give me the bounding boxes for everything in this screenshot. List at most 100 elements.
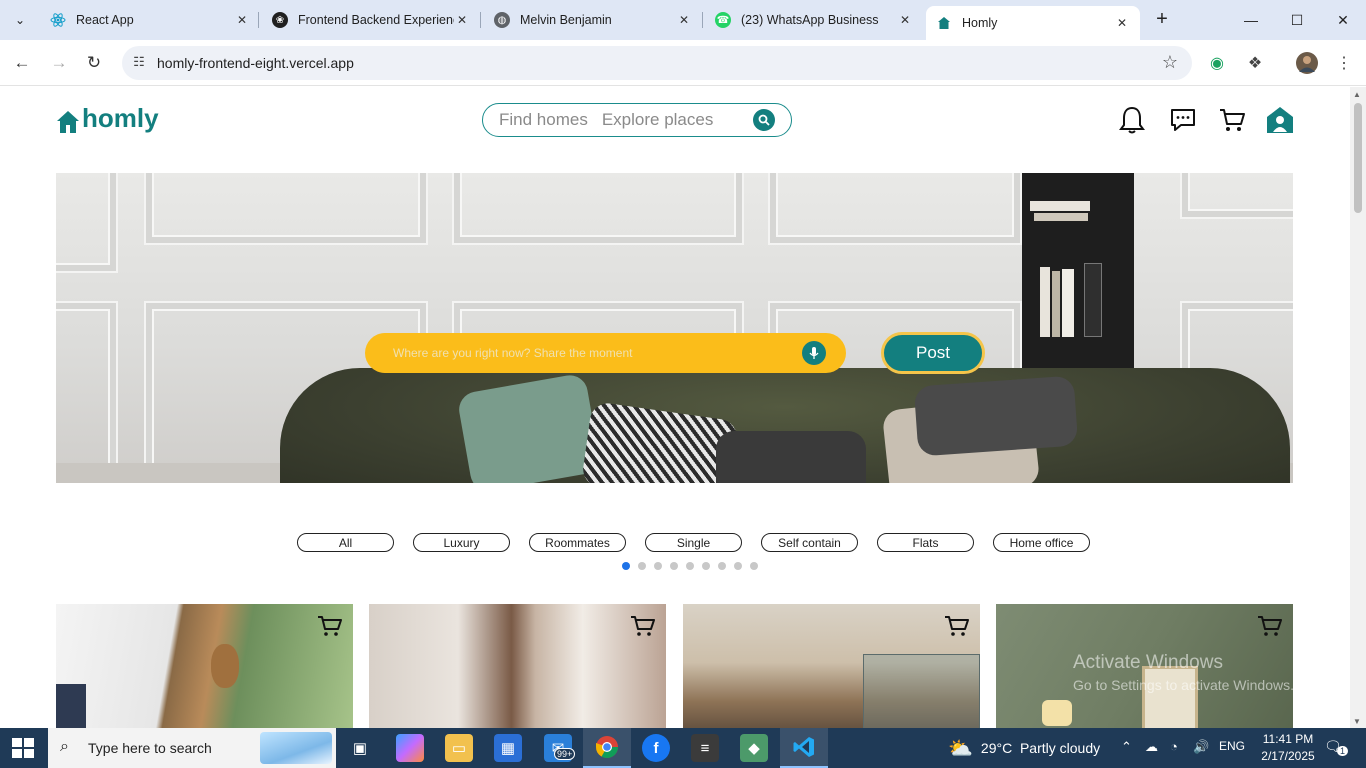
category-luxury[interactable]: Luxury <box>413 533 510 552</box>
microsoft-store-icon[interactable]: ▦ <box>494 734 522 762</box>
tab-close-icon[interactable]: ✕ <box>234 13 250 27</box>
add-to-cart-icon[interactable] <box>1257 614 1283 643</box>
git-client-icon[interactable]: ◆ <box>740 734 768 762</box>
carousel-dot[interactable] <box>718 562 726 570</box>
mail-unread-badge: 99+ <box>554 748 576 760</box>
tab-whatsapp-business[interactable]: ☎ (23) WhatsApp Business ✕ <box>705 4 923 36</box>
search-highlight-image <box>260 732 332 764</box>
listing-card[interactable] <box>56 604 353 728</box>
card-photo-detail <box>56 684 86 728</box>
browser-menu-icon[interactable]: ⋮ <box>1332 51 1356 75</box>
task-view-icon[interactable]: ▣ <box>346 734 374 762</box>
close-window-icon[interactable]: ✕ <box>1320 0 1366 40</box>
card-photo-detail <box>1142 666 1198 728</box>
tab-melvin-benjamin[interactable]: ◍ Melvin Benjamin ✕ <box>484 4 702 36</box>
reload-icon[interactable]: ↻ <box>81 50 107 76</box>
copilot-icon[interactable] <box>396 734 424 762</box>
search-icon[interactable] <box>753 109 775 131</box>
chat-bubble-icon[interactable] <box>1168 105 1198 135</box>
carousel-dot[interactable] <box>750 562 758 570</box>
add-to-cart-icon[interactable] <box>317 614 343 643</box>
minimize-window-icon[interactable]: — <box>1228 0 1274 40</box>
file-explorer-icon[interactable]: ▭ <box>445 734 473 762</box>
category-single[interactable]: Single <box>645 533 742 552</box>
new-tab-plus-icon[interactable]: + <box>1150 8 1174 32</box>
microphone-icon[interactable] <box>802 341 826 365</box>
windows-taskbar: ⌕ Type here to search ▣ ▭ ▦ ✉ 99+ f ≡ ◆ … <box>0 728 1366 768</box>
facebook-icon[interactable]: f <box>642 734 670 762</box>
back-arrow-icon[interactable]: ← <box>9 50 35 76</box>
tab-close-icon[interactable]: ✕ <box>454 13 470 27</box>
homly-logo[interactable]: homly <box>56 103 159 134</box>
listing-card[interactable] <box>369 604 666 728</box>
maximize-window-icon[interactable]: ☐ <box>1274 0 1320 40</box>
forward-arrow-icon[interactable]: → <box>46 50 72 76</box>
category-all[interactable]: All <box>297 533 394 552</box>
tab-react-app[interactable]: React App ✕ <box>40 4 260 36</box>
notification-center-icon[interactable]: 🗨 1 <box>1324 738 1349 758</box>
tab-title: Homly <box>962 16 998 30</box>
category-roommates[interactable]: Roommates <box>529 533 626 552</box>
clock-date: 2/17/2025 <box>1261 749 1315 763</box>
notification-bell-icon[interactable] <box>1117 105 1147 135</box>
homly-page: homly Find homes Explore places Where ar… <box>0 87 1350 728</box>
carousel-dot[interactable] <box>670 562 678 570</box>
tab-homly[interactable]: Homly ✕ <box>926 6 1140 40</box>
extension-eye-icon[interactable]: ◉ <box>1205 51 1229 75</box>
carousel-dot[interactable] <box>622 562 630 570</box>
mail-icon[interactable]: ✉ 99+ <box>544 734 576 762</box>
account-house-icon[interactable] <box>1265 105 1295 135</box>
category-self-contain[interactable]: Self contain <box>761 533 858 552</box>
cart-icon[interactable] <box>1217 105 1247 135</box>
tab-close-icon[interactable]: ✕ <box>897 13 913 27</box>
carousel-dot[interactable] <box>686 562 694 570</box>
tab-close-icon[interactable]: ✕ <box>676 13 692 27</box>
browser-toolbar: ← → ↻ ☷ homly-frontend-eight.vercel.app … <box>0 40 1366 86</box>
chrome-taskbar-icon[interactable] <box>583 728 631 768</box>
tab-close-icon[interactable]: ✕ <box>1114 16 1130 30</box>
windows-start-icon[interactable] <box>12 738 34 758</box>
page-scrollbar[interactable]: ▲ ▼ <box>1350 87 1366 728</box>
bookmark-star-icon[interactable]: ☆ <box>1162 52 1178 73</box>
scrollbar-thumb[interactable] <box>1354 103 1362 213</box>
address-bar[interactable]: ☷ homly-frontend-eight.vercel.app ☆ <box>122 46 1192 80</box>
wall-panel <box>144 173 428 245</box>
activate-windows-title: Activate Windows <box>1073 652 1223 673</box>
scroll-up-arrow-icon[interactable]: ▲ <box>1353 90 1361 99</box>
input-language[interactable]: ENG <box>1219 739 1245 753</box>
vscode-icon[interactable] <box>780 728 828 768</box>
tab-search-chevron-icon[interactable]: ⌄ <box>8 8 32 32</box>
site-settings-icon[interactable]: ☷ <box>130 54 148 72</box>
profile-avatar[interactable] <box>1295 51 1319 75</box>
scroll-down-arrow-icon[interactable]: ▼ <box>1353 717 1361 726</box>
calculator-icon[interactable]: ≡ <box>691 734 719 762</box>
tab-frontend-backend[interactable]: ❀ Frontend Backend Experienc ✕ <box>262 4 480 36</box>
wall-panel <box>452 173 744 245</box>
share-moment-input[interactable]: Where are you right now? Share the momen… <box>365 333 846 373</box>
carousel-dot[interactable] <box>702 562 710 570</box>
weather-widget[interactable]: ⛅ 29°C Partly cloudy <box>948 728 1100 768</box>
extensions-puzzle-icon[interactable]: ❖ <box>1243 51 1267 75</box>
onedrive-cloud-icon[interactable]: ☁ <box>1145 739 1158 755</box>
address-url[interactable]: homly-frontend-eight.vercel.app <box>157 55 354 71</box>
system-clock[interactable]: 11:41 PM 2/17/2025 <box>1256 731 1320 765</box>
tab-divider <box>258 12 259 28</box>
add-to-cart-icon[interactable] <box>630 614 656 643</box>
wall-panel <box>768 173 1022 245</box>
search-icon: ⌕ <box>60 738 69 755</box>
volume-icon[interactable]: 🔊 <box>1193 739 1209 755</box>
show-hidden-icons-chevron-icon[interactable]: ⌃ <box>1121 739 1132 755</box>
taskbar-search-box[interactable]: ⌕ Type here to search <box>48 728 336 768</box>
category-home-office[interactable]: Home office <box>993 533 1090 552</box>
carousel-dot[interactable] <box>734 562 742 570</box>
home-search-box[interactable]: Find homes Explore places <box>482 103 792 137</box>
category-flats[interactable]: Flats <box>877 533 974 552</box>
activate-windows-subtitle: Go to Settings to activate Windows. <box>1073 677 1294 693</box>
carousel-dot[interactable] <box>638 562 646 570</box>
add-to-cart-icon[interactable] <box>944 614 970 643</box>
listing-card[interactable] <box>683 604 980 728</box>
taskbar-search-placeholder: Type here to search <box>88 740 212 756</box>
carousel-dot[interactable] <box>654 562 662 570</box>
post-button[interactable]: Post <box>881 332 985 374</box>
wifi-icon[interactable]: ◔ <box>1170 739 1178 754</box>
